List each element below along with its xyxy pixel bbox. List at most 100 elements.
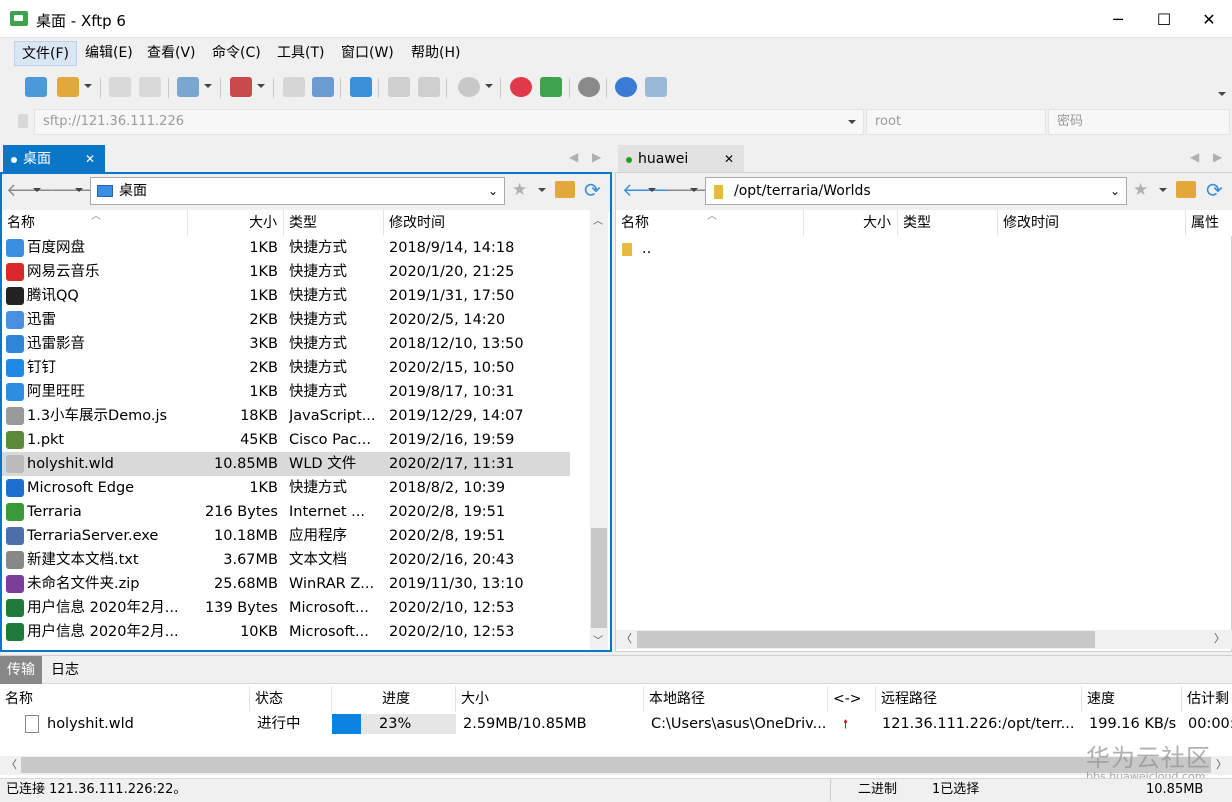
local-scroll-thumb[interactable] xyxy=(591,528,607,628)
menu-edit[interactable]: 编辑(E) xyxy=(78,41,140,66)
table-row[interactable]: 1.pkt 45KB Cisco Pac... 2019/2/16, 19:59 xyxy=(2,428,570,452)
table-row[interactable]: 阿里旺旺 1KB 快捷方式 2019/8/17, 10:31 xyxy=(2,380,570,404)
col-progress[interactable]: 进度 xyxy=(332,686,456,712)
tab-scroll-right-icon[interactable]: ▶ xyxy=(592,150,601,164)
back-dropdown-icon[interactable] xyxy=(33,188,41,192)
table-row[interactable]: 用户信息 2020年2月... 139 Bytes Microsoft... 2020… xyxy=(2,596,570,620)
home-folder-icon[interactable] xyxy=(1176,181,1196,198)
col-mtime[interactable]: 修改时间 xyxy=(998,210,1186,236)
col-size[interactable]: 大小 xyxy=(456,686,644,712)
favorite-star-icon[interactable]: ★ xyxy=(1133,180,1148,200)
upload-icon[interactable] xyxy=(312,77,334,97)
transfer-scroll-thumb[interactable] xyxy=(21,757,1211,773)
list-item[interactable]: .. xyxy=(616,237,1216,261)
scroll-right-icon[interactable]: 〉 xyxy=(1214,630,1225,646)
col-type[interactable]: 类型 xyxy=(898,210,998,236)
table-row[interactable]: Microsoft Edge 1KB 快捷方式 2018/8/2, 10:39 xyxy=(2,476,570,500)
col-type[interactable]: 类型 xyxy=(284,210,384,236)
menu-view[interactable]: 查看(V) xyxy=(140,41,203,66)
table-row[interactable]: 用户信息 2020年2月... 10KB Microsoft... 2020/2/10… xyxy=(2,620,570,644)
menu-command[interactable]: 命令(C) xyxy=(205,41,268,66)
table-row[interactable]: 网易云音乐 1KB 快捷方式 2020/1/20, 21:25 xyxy=(2,260,570,284)
transfer-icon[interactable] xyxy=(230,77,252,97)
col-local-path[interactable]: 本地路径 xyxy=(644,686,828,712)
local-path-combo[interactable]: 桌面 ⌄ xyxy=(90,177,505,205)
col-eta[interactable]: 估计剩 xyxy=(1182,686,1232,712)
disk-icon[interactable] xyxy=(458,77,480,97)
open-dropdown-icon[interactable] xyxy=(84,84,92,88)
col-status[interactable]: 状态 xyxy=(250,686,332,712)
disk-dropdown-icon[interactable] xyxy=(485,84,493,88)
tab-log[interactable]: 日志 xyxy=(44,656,86,684)
scroll-up-icon[interactable]: ︿ xyxy=(593,212,603,227)
disconnect-icon[interactable] xyxy=(139,77,161,97)
host-dropdown-icon[interactable] xyxy=(848,120,856,124)
col-name[interactable]: 名称 xyxy=(0,686,250,712)
password-input[interactable]: 密码 xyxy=(1048,109,1230,135)
favorite-dropdown-icon[interactable] xyxy=(538,188,546,192)
close-icon[interactable]: ✕ xyxy=(724,145,734,173)
table-row[interactable]: 迅雷影音 3KB 快捷方式 2018/12/10, 13:50 xyxy=(2,332,570,356)
tab-local-desktop[interactable]: 桌面 ✕ xyxy=(3,145,105,173)
tab-scroll-left-icon[interactable]: ◀ xyxy=(1190,150,1199,164)
col-mtime[interactable]: 修改时间 xyxy=(384,210,590,236)
home-folder-icon[interactable] xyxy=(555,181,575,198)
table-row[interactable]: 迅雷 2KB 快捷方式 2020/2/5, 14:20 xyxy=(2,308,570,332)
properties-icon[interactable] xyxy=(177,77,199,97)
maximize-button[interactable]: ☐ xyxy=(1141,0,1187,38)
sync-arrows-icon[interactable] xyxy=(350,77,372,97)
xftp-icon[interactable] xyxy=(540,77,562,97)
open-folder-icon[interactable] xyxy=(57,77,79,97)
close-icon[interactable]: ✕ xyxy=(85,145,95,173)
connect-icon[interactable] xyxy=(109,77,131,97)
transfer-row[interactable]: holyshit.wld 进行中 23% 2.59MB/10.85MB C:\U… xyxy=(0,712,1232,736)
gear-icon[interactable] xyxy=(578,77,600,97)
forward-dropdown-icon[interactable] xyxy=(690,188,698,192)
menu-tools[interactable]: 工具(T) xyxy=(270,41,331,66)
chat-icon[interactable] xyxy=(645,77,667,97)
back-arrow-icon[interactable]: 🡐 xyxy=(6,180,54,201)
properties-dropdown-icon[interactable] xyxy=(204,84,212,88)
favorite-star-icon[interactable]: ★ xyxy=(512,180,527,200)
menu-help[interactable]: 帮助(H) xyxy=(404,41,467,66)
toolbar-overflow-icon[interactable] xyxy=(1218,92,1226,96)
xshell-icon[interactable] xyxy=(510,77,532,97)
username-input[interactable]: root xyxy=(866,109,1046,135)
remote-path-combo[interactable]: /opt/terraria/Worlds ⌄ xyxy=(705,177,1127,205)
new-session-icon[interactable] xyxy=(25,77,47,97)
favorite-dropdown-icon[interactable] xyxy=(1159,188,1167,192)
tab-scroll-right-icon[interactable]: ▶ xyxy=(1213,150,1222,164)
col-size[interactable]: 大小 xyxy=(188,210,284,236)
minimize-button[interactable]: ─ xyxy=(1095,0,1141,38)
scroll-right-icon[interactable]: 〉 xyxy=(1216,756,1227,772)
table-row[interactable]: 腾讯QQ 1KB 快捷方式 2019/1/31, 17:50 xyxy=(2,284,570,308)
menu-window[interactable]: 窗口(W) xyxy=(334,41,401,66)
table-row[interactable]: 未命名文件夹.zip 25.68MB WinRAR Z... 2019/11/30, … xyxy=(2,572,570,596)
remote-scroll-thumb[interactable] xyxy=(637,631,1095,648)
scroll-left-icon[interactable]: 〈 xyxy=(6,756,17,772)
tab-remote-huawei[interactable]: huawei ✕ xyxy=(618,145,744,173)
scroll-down-icon[interactable]: ﹀ xyxy=(593,632,603,647)
tab-scroll-left-icon[interactable]: ◀ xyxy=(569,150,578,164)
table-row[interactable]: 百度网盘 1KB 快捷方式 2018/9/14, 14:18 xyxy=(2,236,570,260)
menu-file[interactable]: 文件(F) xyxy=(14,41,77,66)
help-icon[interactable] xyxy=(615,77,637,97)
refresh-icon[interactable]: ⟳ xyxy=(584,178,601,202)
close-button[interactable]: ✕ xyxy=(1186,0,1232,38)
scroll-left-icon[interactable]: 〈 xyxy=(621,630,632,646)
chevron-down-icon[interactable]: ⌄ xyxy=(488,178,498,204)
table-row[interactable]: 新建文本文档.txt 3.67MB 文本文档 2020/2/16, 20:43 xyxy=(2,548,570,572)
col-attributes[interactable]: 属性 xyxy=(1186,210,1232,236)
tab-transfer[interactable]: 传输 xyxy=(0,656,42,684)
refresh-icon[interactable]: ⟳ xyxy=(1206,178,1223,202)
col-size[interactable]: 大小 xyxy=(804,210,898,236)
col-direction[interactable]: <-> xyxy=(828,686,876,712)
table-row[interactable]: holyshit.wld 10.85MB WLD 文件 2020/2/17, 11:3… xyxy=(2,452,570,476)
copy-icon[interactable] xyxy=(388,77,410,97)
table-row[interactable]: 钉钉 2KB 快捷方式 2020/2/15, 10:50 xyxy=(2,356,570,380)
table-row[interactable]: 1.3小车展示Demo.js 18KB JavaScript... 2019/12/2… xyxy=(2,404,570,428)
table-row[interactable]: TerrariaServer.exe 10.18MB 应用程序 2020/2/8, 1… xyxy=(2,524,570,548)
back-dropdown-icon[interactable] xyxy=(648,188,656,192)
forward-dropdown-icon[interactable] xyxy=(75,188,83,192)
transfer-dropdown-icon[interactable] xyxy=(257,84,265,88)
